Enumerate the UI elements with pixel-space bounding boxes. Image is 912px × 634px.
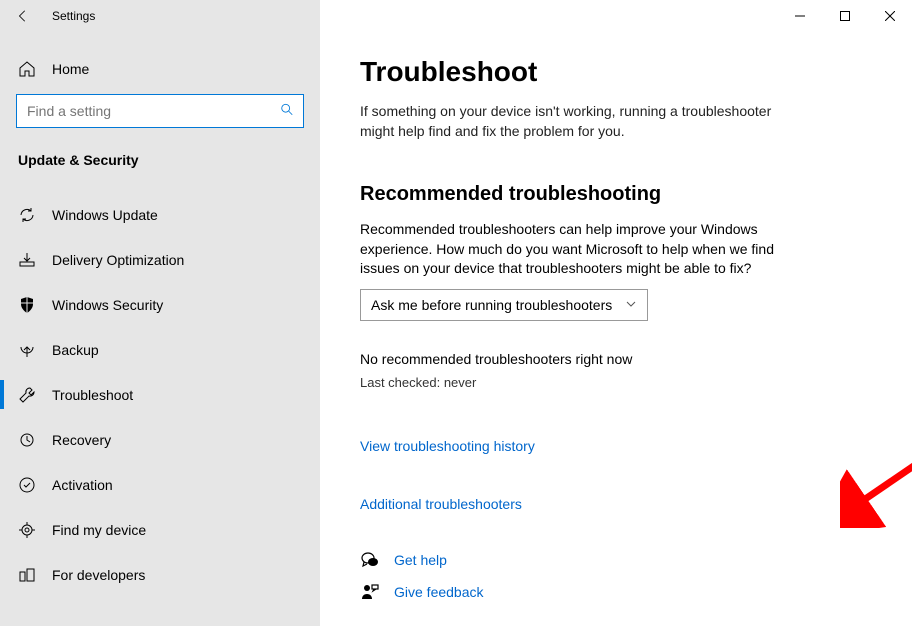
view-history-link[interactable]: View troubleshooting history [360, 438, 535, 454]
sidebar-item-backup[interactable]: Backup [0, 327, 320, 372]
sidebar-item-label: Troubleshoot [52, 387, 133, 403]
give-feedback-row[interactable]: Give feedback [360, 582, 872, 602]
sidebar-item-find-my-device[interactable]: Find my device [0, 507, 320, 552]
footer-links: Get help Give feedback [360, 550, 872, 602]
dropdown-value: Ask me before running troubleshooters [371, 297, 612, 313]
sidebar-item-recovery[interactable]: Recovery [0, 417, 320, 462]
backup-icon [18, 341, 36, 359]
sidebar-item-label: Delivery Optimization [52, 252, 184, 268]
back-button[interactable] [0, 0, 46, 32]
sidebar-item-delivery-optimization[interactable]: Delivery Optimization [0, 237, 320, 282]
window-controls [777, 0, 912, 32]
developers-icon [18, 566, 36, 584]
wrench-icon [18, 386, 36, 404]
sidebar-item-label: Find my device [52, 522, 146, 538]
sidebar-item-for-developers[interactable]: For developers [0, 552, 320, 597]
titlebar: Settings [0, 0, 320, 32]
last-checked: Last checked: never [360, 375, 872, 390]
section-title: Recommended troubleshooting [360, 183, 872, 206]
search-input[interactable] [16, 94, 304, 128]
get-help-link: Get help [394, 552, 447, 568]
sidebar-item-label: Backup [52, 342, 99, 358]
sidebar-item-label: Activation [52, 477, 113, 493]
search-icon [280, 103, 294, 120]
sidebar-item-label: Windows Security [52, 297, 163, 313]
sidebar-item-label: Windows Update [52, 207, 158, 223]
feedback-person-icon [360, 582, 380, 602]
chevron-down-icon [625, 297, 637, 313]
sidebar-item-windows-update[interactable]: Windows Update [0, 192, 320, 237]
home-icon [18, 60, 36, 78]
category-title: Update & Security [0, 142, 320, 182]
give-feedback-link: Give feedback [394, 584, 484, 600]
home-label: Home [52, 61, 89, 77]
additional-troubleshooters-link[interactable]: Additional troubleshooters [360, 496, 522, 512]
find-device-icon [18, 521, 36, 539]
status-line: No recommended troubleshooters right now [360, 351, 872, 367]
sidebar: Settings Home Update & Security Windows … [0, 0, 320, 626]
close-button[interactable] [867, 0, 912, 32]
page-lead: If something on your device isn't workin… [360, 102, 790, 141]
main-pane: Troubleshoot If something on your device… [320, 0, 912, 626]
shield-icon [18, 296, 36, 314]
recovery-icon [18, 431, 36, 449]
sidebar-item-activation[interactable]: Activation [0, 462, 320, 507]
troubleshoot-preference-dropdown[interactable]: Ask me before running troubleshooters [360, 289, 648, 321]
sidebar-item-troubleshoot[interactable]: Troubleshoot [0, 372, 320, 417]
sync-icon [18, 206, 36, 224]
sidebar-item-label: Recovery [52, 432, 111, 448]
help-chat-icon [360, 550, 380, 570]
page-title: Troubleshoot [360, 56, 872, 88]
minimize-button[interactable] [777, 0, 822, 32]
activation-icon [18, 476, 36, 494]
delivery-icon [18, 251, 36, 269]
get-help-row[interactable]: Get help [360, 550, 872, 570]
section-para: Recommended troubleshooters can help imp… [360, 220, 780, 279]
window-title: Settings [52, 9, 95, 23]
home-nav[interactable]: Home [0, 48, 320, 88]
search-wrap [0, 88, 320, 142]
sidebar-item-windows-security[interactable]: Windows Security [0, 282, 320, 327]
nav-list: Windows Update Delivery Optimization Win… [0, 192, 320, 597]
sidebar-item-label: For developers [52, 567, 145, 583]
maximize-button[interactable] [822, 0, 867, 32]
